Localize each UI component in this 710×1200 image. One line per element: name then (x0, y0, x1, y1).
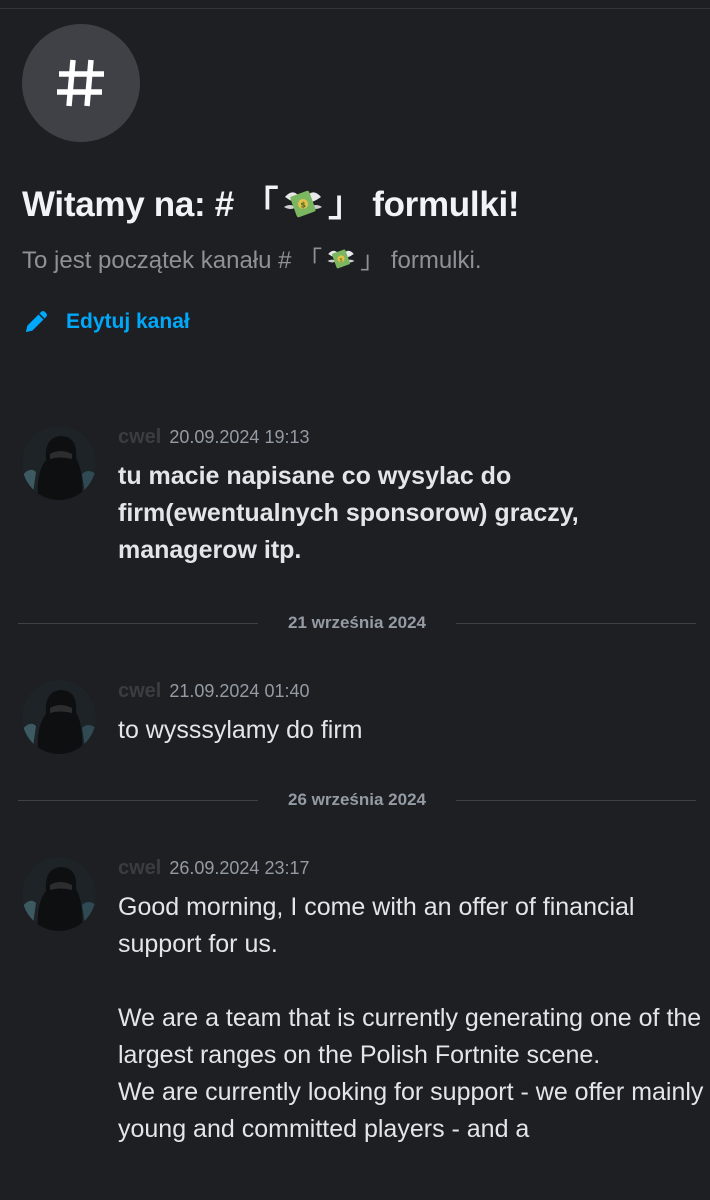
message: cwel 20.09.2024 19:13 tu macie napisane … (22, 426, 698, 576)
pencil-icon (26, 311, 47, 332)
divider-line (456, 800, 696, 801)
message-timestamp: 20.09.2024 19:13 (169, 427, 310, 447)
message: cwel 21.09.2024 01:40 to wysssylamy do f… (22, 680, 698, 756)
date-divider: 26 września 2024 (18, 790, 696, 810)
sub-prefix: To jest początek kanału # 「 (22, 247, 323, 274)
date-divider: 21 września 2024 (18, 613, 696, 633)
message-paragraph: tu macie napisane co wysylac do firm(ewe… (118, 462, 579, 564)
author-name[interactable]: cwel (118, 680, 161, 703)
message-paragraph: We are currently looking for support - w… (118, 1078, 704, 1143)
message-content: to wysssylamy do firm (118, 712, 704, 749)
money-with-wings-icon: $ (326, 244, 356, 271)
divider-line (456, 623, 696, 624)
hash-icon (57, 59, 104, 107)
message-header: cwel 20.09.2024 19:13 (118, 426, 310, 449)
message-timestamp: 26.09.2024 23:17 (169, 858, 310, 878)
welcome-suffix: 」 formulki! (328, 185, 520, 224)
sub-suffix: 」 formulki. (360, 247, 482, 274)
edit-channel-label: Edytuj kanał (66, 310, 190, 333)
top-divider-line (0, 8, 710, 9)
svg-text:$: $ (300, 200, 306, 209)
avatar[interactable] (22, 680, 96, 754)
money-with-wings-icon: $ (282, 183, 324, 221)
message-content: tu macie napisane co wysylac do firm(ewe… (118, 458, 704, 569)
message-content: Good morning, I come with an offer of fi… (118, 889, 704, 1148)
message-timestamp: 21.09.2024 01:40 (169, 681, 310, 701)
avatar[interactable] (22, 857, 96, 931)
channel-icon (22, 24, 140, 142)
edit-channel-button[interactable]: Edytuj kanał (22, 308, 190, 336)
welcome-prefix: Witamy na: # 「 (22, 185, 279, 224)
message-paragraph: to wysssylamy do firm (118, 716, 363, 744)
svg-text:$: $ (339, 257, 343, 263)
message-paragraph: Good morning, I come with an offer of fi… (118, 893, 635, 958)
message: cwel 26.09.2024 23:17 Good morning, I co… (22, 857, 703, 1200)
avatar[interactable] (22, 426, 96, 500)
channel-start-text: To jest początek kanału # 「 $ 」 formulki… (22, 240, 482, 275)
message-header: cwel 26.09.2024 23:17 (118, 857, 310, 880)
author-name[interactable]: cwel (118, 857, 161, 880)
channel-welcome-title: Witamy na: # 「 $ 」 formulki! (22, 176, 520, 227)
author-name[interactable]: cwel (118, 426, 161, 449)
message-paragraph: We are a team that is currently generati… (118, 1004, 702, 1069)
message-header: cwel 21.09.2024 01:40 (118, 680, 310, 703)
